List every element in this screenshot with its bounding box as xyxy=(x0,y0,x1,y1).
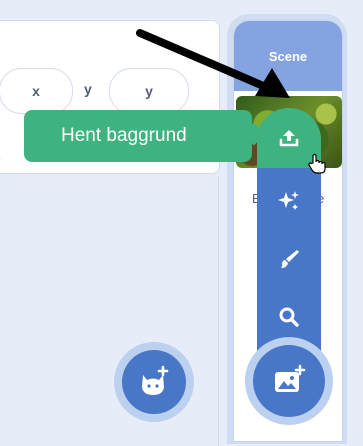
paint-backdrop-button[interactable] xyxy=(257,236,321,282)
upload-backdrop-tooltip: Hent baggrund xyxy=(24,110,252,162)
sprite-list-area xyxy=(0,176,219,446)
sparkle-icon xyxy=(278,191,299,210)
x-position-field[interactable]: x xyxy=(0,68,73,114)
paintbrush-icon xyxy=(281,250,299,268)
surprise-backdrop-button[interactable] xyxy=(257,178,321,224)
choose-backdrop-button[interactable] xyxy=(253,345,325,417)
y-label: y xyxy=(84,81,92,97)
search-backdrop-button[interactable] xyxy=(257,294,321,340)
stage-header-title: Scene xyxy=(268,48,308,64)
upload-icon xyxy=(279,130,299,147)
y-field-value: y xyxy=(145,83,153,99)
image-plus-icon xyxy=(275,364,306,392)
search-icon xyxy=(279,307,299,327)
tooltip-text: Hent baggrund xyxy=(61,125,187,146)
y-position-field[interactable]: y xyxy=(109,68,189,114)
x-field-label: x xyxy=(32,83,40,99)
stage-header: Scene xyxy=(234,21,342,91)
hand-cursor-icon xyxy=(308,153,326,174)
choose-sprite-button[interactable] xyxy=(122,350,186,414)
rotation-label: R xyxy=(0,146,1,162)
cat-plus-icon xyxy=(142,365,169,395)
